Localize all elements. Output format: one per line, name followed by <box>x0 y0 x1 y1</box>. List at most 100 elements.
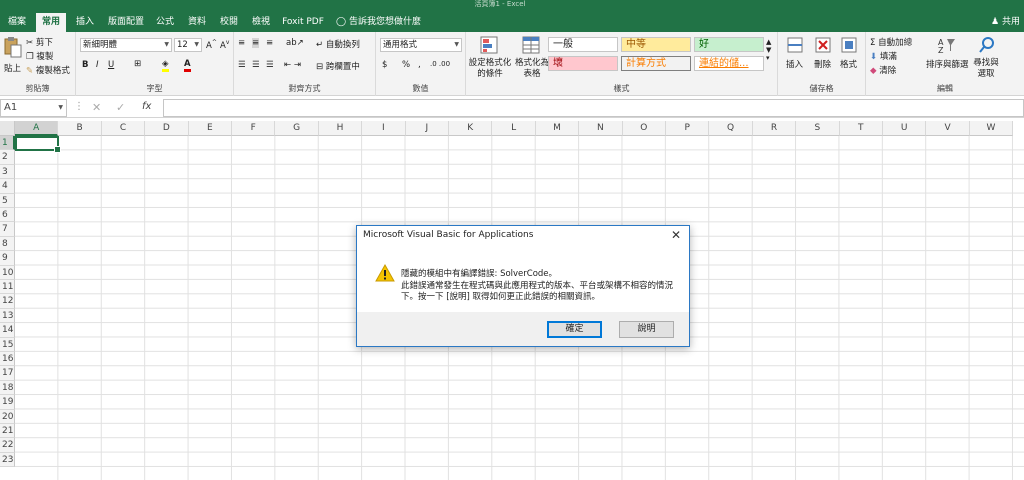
help-button[interactable]: 說明 <box>619 321 674 338</box>
row-header[interactable]: 20 <box>0 409 15 424</box>
indent-buttons[interactable]: ⇤ ⇥ <box>284 60 301 70</box>
percent-button[interactable]: % <box>402 60 410 70</box>
font-color-button[interactable]: A <box>184 59 191 72</box>
row-header[interactable]: 16 <box>0 352 15 367</box>
row-header[interactable]: 9 <box>0 251 15 266</box>
search-icon[interactable] <box>978 36 996 54</box>
row-header[interactable]: 18 <box>0 380 15 396</box>
cut-button[interactable]: ✂ 剪下 <box>26 36 53 48</box>
delete-cells-icon[interactable] <box>814 36 832 54</box>
format-painter-button[interactable]: ✎ 複製格式 <box>26 64 70 76</box>
row-header[interactable]: 8 <box>0 236 15 252</box>
align-center-button[interactable]: ☰ <box>252 60 260 70</box>
conditional-format-icon[interactable] <box>480 36 498 54</box>
insert-cells-icon[interactable] <box>786 36 804 54</box>
delete-cells-button[interactable]: 刪除 <box>814 58 831 70</box>
row-header[interactable]: 23 <box>0 452 15 468</box>
select-all-button[interactable] <box>0 121 15 136</box>
column-header[interactable]: N <box>579 121 623 136</box>
insert-function-button[interactable]: fx <box>142 101 151 112</box>
ok-button[interactable]: 確定 <box>547 321 602 338</box>
align-left-button[interactable]: ☰ <box>238 60 246 70</box>
autosum-button[interactable]: Σ 自動加總 <box>870 36 912 48</box>
active-cell-a1[interactable] <box>15 136 61 153</box>
column-header[interactable]: T <box>839 121 883 136</box>
decimal-buttons[interactable]: .0 .00 <box>430 60 450 68</box>
row-header[interactable]: 4 <box>0 179 15 194</box>
orientation-button[interactable]: ab↗ <box>286 38 304 48</box>
column-header[interactable]: C <box>101 121 146 136</box>
decrease-font-button[interactable]: Av <box>220 39 229 51</box>
paste-icon[interactable] <box>4 36 22 58</box>
sort-filter-button[interactable]: 排序與篩選 <box>926 58 969 70</box>
column-header[interactable]: B <box>58 121 102 136</box>
column-header[interactable]: S <box>796 121 840 136</box>
currency-button[interactable]: $ <box>382 60 387 70</box>
enter-icon[interactable]: ✓ <box>116 101 125 114</box>
tab-data[interactable]: 資料 <box>184 13 210 32</box>
borders-button[interactable]: ⊞ <box>134 59 141 69</box>
number-format-select[interactable]: 通用格式 ▼ <box>380 38 462 52</box>
row-header[interactable]: 22 <box>0 438 15 453</box>
row-header[interactable]: 12 <box>0 294 15 309</box>
formula-input[interactable] <box>163 99 1024 117</box>
paste-button[interactable]: 貼上 <box>4 62 21 74</box>
column-header[interactable]: L <box>492 121 536 136</box>
fill-button[interactable]: ⬇ 填滿 <box>870 50 897 62</box>
align-top-button[interactable]: ≡ <box>238 38 245 48</box>
cancel-icon[interactable]: ✕ <box>92 101 101 114</box>
column-header[interactable]: J <box>405 121 449 136</box>
column-header[interactable]: O <box>622 121 666 136</box>
style-neutral[interactable]: 中等 <box>621 37 691 52</box>
style-linked-cell[interactable]: 連結的儲... <box>694 56 764 71</box>
column-header[interactable]: R <box>752 121 797 136</box>
font-name-select[interactable]: 新細明體 ▼ <box>80 38 172 52</box>
name-box[interactable]: A1 ▼ <box>0 99 67 117</box>
row-header[interactable]: 3 <box>0 164 15 180</box>
wrap-text-button[interactable]: ↵ 自動換列 <box>316 38 360 50</box>
tab-file[interactable]: 檔案 <box>4 13 30 32</box>
fill-color-button[interactable]: ◈ <box>162 59 169 72</box>
row-header[interactable]: 19 <box>0 395 15 410</box>
insert-cells-button[interactable]: 插入 <box>786 58 803 70</box>
row-header[interactable]: 1 <box>0 136 15 151</box>
column-header[interactable]: V <box>926 121 970 136</box>
styles-scroll[interactable]: ▲ ▼ ▾ <box>766 38 771 62</box>
row-header[interactable]: 21 <box>0 424 15 439</box>
column-header[interactable]: E <box>188 121 232 136</box>
share-button[interactable]: ♟ 共用 <box>991 13 1020 32</box>
row-header[interactable]: 13 <box>0 308 15 324</box>
format-cells-icon[interactable] <box>840 36 858 54</box>
style-good[interactable]: 好 <box>694 37 764 52</box>
find-select-button[interactable]: 尋找與 選取 <box>972 58 1000 80</box>
column-header[interactable]: W <box>969 121 1014 136</box>
row-header[interactable]: 11 <box>0 280 15 295</box>
merge-center-button[interactable]: ⊟ 跨欄置中 <box>316 60 360 72</box>
column-header[interactable]: U <box>883 121 927 136</box>
row-header[interactable]: 5 <box>0 193 15 208</box>
tab-view[interactable]: 檢視 <box>248 13 274 32</box>
format-cells-button[interactable]: 格式 <box>840 58 857 70</box>
column-header[interactable]: A <box>15 121 59 136</box>
row-header[interactable]: 14 <box>0 323 15 338</box>
column-header[interactable]: H <box>318 121 363 136</box>
format-as-table-button[interactable]: 格式化為 表格 <box>512 58 552 80</box>
format-as-table-icon[interactable] <box>522 36 540 54</box>
italic-button[interactable]: I <box>96 60 99 70</box>
style-bad[interactable]: 壞 <box>548 56 618 71</box>
underline-button[interactable]: U <box>108 60 114 70</box>
tab-page-layout[interactable]: 版面配置 <box>104 13 148 32</box>
align-right-button[interactable]: ☰ <box>266 60 274 70</box>
increase-font-button[interactable]: A^ <box>206 39 217 51</box>
column-header[interactable]: K <box>449 121 493 136</box>
align-middle-button[interactable]: ≡ <box>252 38 260 48</box>
tab-home[interactable]: 常用 <box>36 13 66 32</box>
tab-review[interactable]: 校閱 <box>216 13 242 32</box>
comma-button[interactable]: , <box>418 60 421 70</box>
tab-formulas[interactable]: 公式 <box>152 13 178 32</box>
style-calculation[interactable]: 計算方式 <box>621 56 691 71</box>
row-header[interactable]: 15 <box>0 337 15 352</box>
bold-button[interactable]: B <box>82 60 88 70</box>
row-header[interactable]: 17 <box>0 366 15 381</box>
conditional-format-button[interactable]: 設定格式化 的條件 <box>468 58 512 80</box>
